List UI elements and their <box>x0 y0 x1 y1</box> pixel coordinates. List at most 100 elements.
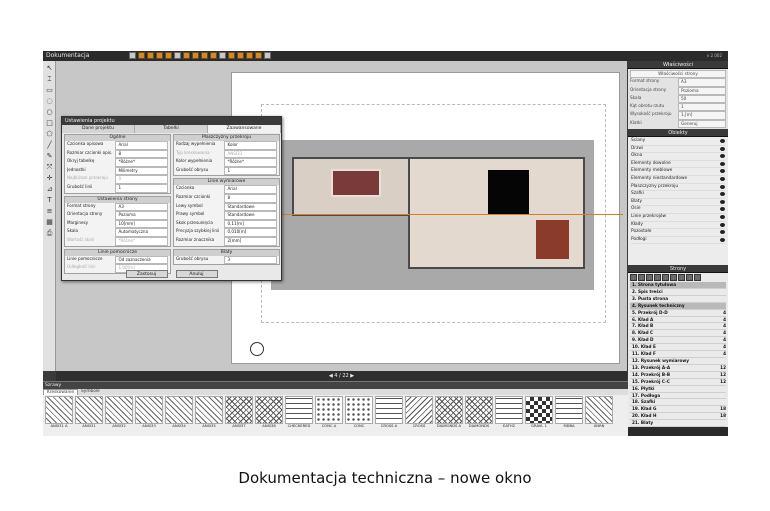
hatch-item[interactable]: GRAVL 1 <box>525 396 553 429</box>
eye-icon[interactable] <box>720 169 725 174</box>
eye-icon[interactable] <box>720 154 725 159</box>
object-row[interactable]: Blaty <box>631 199 725 207</box>
hatch-item[interactable]: ANSI37 <box>225 396 253 429</box>
hatch-item[interactable]: ANSI32 <box>105 396 133 429</box>
setting-value[interactable]: Arial <box>115 141 168 150</box>
property-value[interactable]: 1 <box>678 103 726 112</box>
eye-icon[interactable] <box>720 199 725 204</box>
setting-value[interactable]: Standardowe <box>224 211 277 220</box>
hatch-item[interactable]: CONC <box>345 396 373 429</box>
left-tool-icon[interactable]: ◌ <box>45 97 54 105</box>
toolbar-tool-icon[interactable] <box>147 52 154 59</box>
setting-value[interactable]: 1 <box>115 183 168 193</box>
hatch-item[interactable]: UNRN <box>585 396 613 429</box>
page-row[interactable]: 12. Rysunek wymiarowy <box>630 358 726 365</box>
toolbar-tool-icon[interactable] <box>255 52 262 59</box>
hatch-item[interactable]: ANSI31 A <box>45 396 73 429</box>
property-value[interactable]: 50 <box>678 94 726 104</box>
left-tool-icon[interactable]: ✛ <box>45 174 54 182</box>
toolbar-tool-icon[interactable] <box>264 52 271 59</box>
eye-icon[interactable] <box>720 207 725 212</box>
hatch-item[interactable]: ANSI38 <box>255 396 283 429</box>
property-value[interactable]: Generuj <box>678 119 726 129</box>
page-tool-icon[interactable] <box>694 274 701 281</box>
page-row[interactable]: 20. Kład H 18 <box>630 413 726 421</box>
cancel-button[interactable]: Anuluj <box>175 270 218 278</box>
section-line[interactable] <box>279 214 623 215</box>
setting-value[interactable]: Od zaznaczenia <box>115 255 168 265</box>
setting-value[interactable]: 8 <box>115 149 168 159</box>
properties-subtitle[interactable]: Właściwości strony <box>630 70 726 79</box>
property-value[interactable]: 1,[m] <box>678 111 726 120</box>
object-row[interactable]: Osie <box>631 206 725 214</box>
eye-icon[interactable] <box>720 161 725 166</box>
eye-icon[interactable] <box>720 146 725 151</box>
page-row[interactable]: 7. Kład B 4 <box>630 323 726 331</box>
page-tool-icon[interactable] <box>654 274 661 281</box>
left-tool-icon[interactable]: ▭ <box>45 86 54 94</box>
page-row[interactable]: 15. Przekrój C-C 12 <box>630 379 726 386</box>
left-tool-icon[interactable]: ⤧ <box>45 163 54 171</box>
eye-icon[interactable] <box>720 139 725 143</box>
eye-icon[interactable] <box>720 230 725 235</box>
page-row[interactable]: 16. Płytki <box>630 386 726 393</box>
eye-icon[interactable] <box>720 184 725 189</box>
eye-icon[interactable] <box>720 214 725 219</box>
property-value[interactable]: Pozioma <box>678 86 726 95</box>
page-tool-icon[interactable] <box>630 274 637 281</box>
toolbar-tool-icon[interactable] <box>237 52 244 59</box>
eye-icon[interactable] <box>720 237 725 242</box>
dialog-tab[interactable]: Tabelki <box>135 125 208 133</box>
left-tool-icon[interactable]: ⬠ <box>45 130 54 138</box>
hatch-item[interactable]: CHECKERED <box>285 396 313 429</box>
toolbar-tool-icon[interactable] <box>138 52 145 59</box>
next-page-icon[interactable]: ▶ <box>349 373 354 379</box>
left-tool-icon[interactable]: ○ <box>45 108 54 116</box>
dialog-tab[interactable]: Dane projektu <box>62 125 135 133</box>
setting-value[interactable]: Milimetry <box>115 166 168 176</box>
hatch-item[interactable]: DIAMONDS A <box>435 396 463 429</box>
setting-value[interactable]: Standardowe <box>224 202 277 212</box>
left-tool-icon[interactable]: T <box>45 196 54 204</box>
toolbar-tool-icon[interactable] <box>246 52 253 59</box>
setting-value[interactable]: Kolor <box>224 141 277 150</box>
hatch-item[interactable]: CROSS A <box>375 396 403 429</box>
toolbar-tool-icon[interactable] <box>174 52 181 59</box>
hatch-item[interactable]: ANSI34 <box>165 396 193 429</box>
setting-value[interactable]: Automatyczna <box>115 228 168 237</box>
left-tool-icon[interactable]: ▦ <box>45 218 54 226</box>
left-tool-icon[interactable]: □ <box>45 119 54 127</box>
toolbar-tool-icon[interactable] <box>219 52 226 59</box>
toolbar-tool-icon[interactable] <box>201 52 208 59</box>
setting-value[interactable]: 3 <box>224 255 277 265</box>
object-row[interactable]: Linie przekrojów <box>631 214 725 222</box>
page-navigator[interactable]: ◀ 4 / 22 ▶ <box>56 371 627 381</box>
hatch-item[interactable]: MDBA <box>555 396 583 429</box>
page-tool-icon[interactable] <box>678 274 685 281</box>
setting-value[interactable]: 10[mm] <box>115 219 168 229</box>
eye-icon[interactable] <box>720 222 725 227</box>
hatch-item[interactable]: DIAMONDS <box>465 396 493 429</box>
hatch-item[interactable]: ANSI35 <box>195 396 223 429</box>
left-tool-icon[interactable]: ✎ <box>45 152 54 160</box>
eye-icon[interactable] <box>720 176 725 181</box>
page-row[interactable]: 19. Kład G 18 <box>630 406 726 414</box>
left-tool-icon[interactable]: ≡ <box>45 207 54 215</box>
left-tool-icon[interactable]: ╱ <box>45 141 54 149</box>
hatch-item[interactable]: ANSI31 <box>75 396 103 429</box>
setting-value[interactable]: *Różne* <box>115 158 168 167</box>
page-row[interactable]: 1. Strona tytułowa <box>630 282 726 289</box>
page-tool-icon[interactable] <box>646 274 653 281</box>
setting-value[interactable]: 2[mm] <box>224 236 277 246</box>
eye-icon[interactable] <box>720 192 725 197</box>
hatch-item[interactable]: ANSI33 <box>135 396 163 429</box>
left-tool-icon[interactable]: ⊿ <box>45 185 54 193</box>
apply-button[interactable]: Zastosuj <box>125 270 168 278</box>
page-row[interactable]: 10. Kład E 4 <box>630 344 726 352</box>
setting-value[interactable]: 0,010[m] <box>224 228 277 237</box>
page-row[interactable]: 18. Szafki <box>630 399 726 407</box>
object-row[interactable]: Elementy niestandardowe <box>631 176 725 184</box>
page-row[interactable]: 9. Kład D 4 <box>630 337 726 345</box>
hatch-item[interactable]: EATH2 <box>495 396 523 429</box>
object-row[interactable]: Podłogi <box>631 237 725 245</box>
